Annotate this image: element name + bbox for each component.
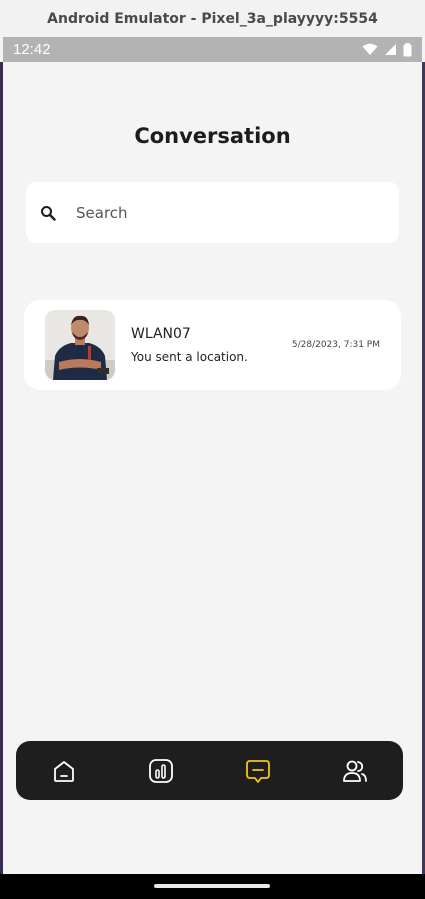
message-timestamp: 5/28/2023, 7:31 PM xyxy=(291,340,380,350)
emulator-window: Android Emulator - Pixel_3a_playyyy:5554… xyxy=(0,0,425,899)
nav-contacts[interactable] xyxy=(330,746,380,796)
search-box[interactable] xyxy=(26,182,399,243)
page-title: Conversation xyxy=(134,124,291,148)
status-bar: 12:42 xyxy=(3,37,422,62)
window-title: Android Emulator - Pixel_3a_playyyy:5554 xyxy=(47,10,378,27)
wifi-icon xyxy=(362,43,378,55)
contact-name: WLAN07 xyxy=(131,326,191,342)
last-message: You sent a location. xyxy=(131,350,248,364)
battery-icon xyxy=(403,42,412,56)
chart-icon xyxy=(149,758,174,783)
window-titlebar: Android Emulator - Pixel_3a_playyyy:5554 xyxy=(0,0,425,37)
status-time: 12:42 xyxy=(13,41,51,58)
navigation-gesture-bar xyxy=(0,874,425,899)
conversation-item[interactable]: WLAN07 You sent a location. 5/28/2023, 7… xyxy=(24,300,401,390)
users-icon xyxy=(342,760,367,782)
nav-messages[interactable] xyxy=(233,746,283,796)
search-input[interactable] xyxy=(74,202,358,223)
nav-home[interactable] xyxy=(39,746,89,796)
chat-icon xyxy=(245,759,270,783)
bottom-navigation xyxy=(16,741,403,800)
home-icon xyxy=(54,760,75,782)
search-icon xyxy=(41,205,56,221)
home-gesture-handle[interactable] xyxy=(154,884,270,888)
status-icons xyxy=(362,42,412,57)
signal-icon xyxy=(385,44,396,55)
contact-avatar xyxy=(45,310,115,380)
person-photo xyxy=(45,310,115,380)
nav-stats[interactable] xyxy=(136,746,186,796)
